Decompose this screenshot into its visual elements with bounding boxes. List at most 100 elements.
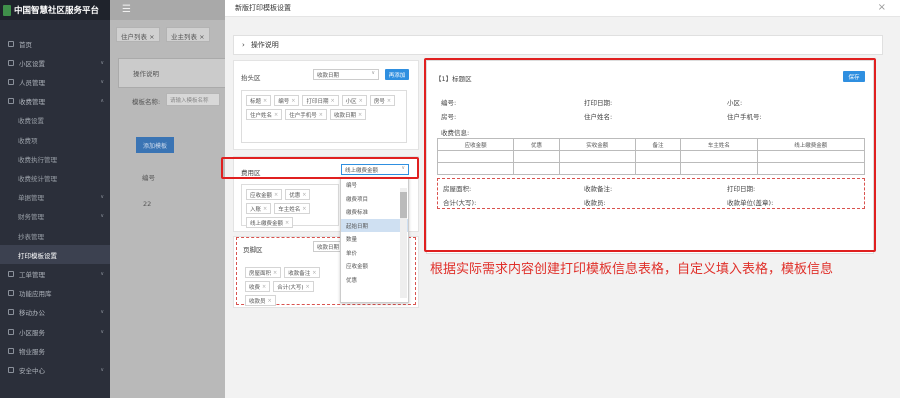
remove-tag-icon[interactable]: ×	[274, 112, 278, 118]
op-instructions-row[interactable]: › 操作说明	[233, 35, 883, 55]
field-tag[interactable]: 线上缴费金额 ×	[246, 217, 294, 228]
sidebar-item[interactable]: 收费管理 ∧	[0, 92, 110, 111]
field-tag[interactable]: 收款备注 ×	[284, 267, 321, 278]
remove-tag-icon[interactable]: ×	[359, 98, 363, 104]
add-field-button[interactable]: 再添加	[385, 69, 409, 80]
highlight-detail-select	[221, 157, 419, 179]
sidebar-item[interactable]: 功能应用库	[0, 284, 110, 303]
field-tag[interactable]: 收款员 ×	[245, 295, 276, 306]
sidebar-item-label: 移动办公	[19, 309, 45, 318]
service-icon	[8, 328, 14, 335]
remove-tag-icon[interactable]: ×	[291, 98, 295, 104]
head-zone-label: 抬头区	[241, 74, 261, 82]
users-icon	[8, 78, 14, 85]
field-tag[interactable]: 房屋面积 ×	[245, 267, 282, 278]
field-tag[interactable]: 编号 ×	[274, 95, 300, 106]
remove-tag-icon[interactable]: ×	[302, 192, 306, 198]
sidebar-item[interactable]: 单据管理 ∨	[0, 188, 110, 207]
field-tag[interactable]: 收款日期 ×	[329, 109, 367, 120]
remove-tag-icon[interactable]: ×	[285, 220, 289, 226]
head-zone-select[interactable]: 收款日期 ∨	[313, 69, 379, 80]
detail-zone-tags: 应收金额 × 优惠 × 入账 × 车主姓名 × 线上缴费金额 ×	[241, 184, 339, 228]
field-tag[interactable]: 住户手机号 ×	[285, 109, 327, 120]
sidebar-item-label: 首页	[19, 40, 32, 49]
field-tag[interactable]: 合计(大写) ×	[273, 281, 314, 292]
dropdown-option[interactable]: 缴费标准	[341, 205, 408, 219]
remove-tag-icon[interactable]: ×	[263, 98, 267, 104]
remove-tag-icon[interactable]: ×	[268, 298, 272, 304]
remove-tag-icon[interactable]: ×	[302, 206, 306, 212]
sidebar-item[interactable]: 人员管理 ∨	[0, 72, 110, 91]
sidebar-item[interactable]: 收费执行管理	[0, 149, 110, 168]
foot-zone-select[interactable]: 收款日期	[313, 241, 343, 252]
remove-tag-icon[interactable]: ×	[274, 192, 278, 198]
remove-tag-icon[interactable]: ×	[319, 112, 323, 118]
field-tag[interactable]: 入账 ×	[246, 203, 272, 214]
sidebar-item[interactable]: 安全中心 ∨	[0, 360, 110, 379]
sidebar-item[interactable]: 打印模板设置	[0, 245, 110, 265]
field-tag[interactable]: 优惠 ×	[285, 189, 311, 200]
sidebar-item[interactable]: 收费设置	[0, 111, 110, 130]
remove-tag-icon[interactable]: ×	[312, 270, 316, 276]
remove-tag-icon[interactable]: ×	[263, 206, 267, 212]
dropdown-option[interactable]: 编号	[341, 178, 408, 192]
field-tag-label: 应收金额	[250, 192, 273, 199]
sidebar-item[interactable]: 物业服务	[0, 341, 110, 360]
dropdown-option[interactable]: 数量	[341, 232, 408, 246]
template-search-input[interactable]: 请输入模板名称	[166, 93, 220, 106]
field-tag[interactable]: 打印日期 ×	[302, 95, 339, 106]
field-tag-label: 车主姓名	[278, 206, 301, 213]
field-tag-label: 编号	[278, 98, 290, 105]
field-tag-label: 收款员	[249, 298, 266, 305]
sidebar-item[interactable]: 小区设置 ∨	[0, 53, 110, 72]
dropdown-scroll-thumb[interactable]	[400, 192, 407, 218]
sidebar-item[interactable]: 工单管理 ∨	[0, 264, 110, 283]
close-icon[interactable]: ×	[878, 2, 886, 13]
remove-tag-icon[interactable]: ×	[306, 284, 310, 290]
chevron-icon: ∨	[100, 328, 104, 335]
foot-zone-select-value: 收款日期	[317, 245, 340, 251]
sidebar-item[interactable]: 财务管理 ∨	[0, 207, 110, 226]
sidebar-item[interactable]: 移动办公 ∨	[0, 303, 110, 322]
highlight-preview	[424, 58, 876, 252]
field-tag-label: 入账	[250, 206, 262, 213]
tab-owner-list[interactable]: 业主列表 ×	[166, 27, 210, 42]
foot-zone-label: 页脚区	[243, 246, 263, 254]
remove-tag-icon[interactable]: ×	[358, 112, 362, 118]
sidebar-item[interactable]: 小区服务 ∨	[0, 322, 110, 341]
field-tag[interactable]: 收费 ×	[245, 281, 271, 292]
field-tag-label: 住户手机号	[289, 112, 317, 119]
add-template-button[interactable]: 添加模板	[136, 137, 174, 153]
field-tag[interactable]: 房号 ×	[369, 95, 396, 106]
field-tag[interactable]: 住户姓名 ×	[246, 109, 283, 120]
dropdown-option[interactable]: 单价	[341, 246, 408, 260]
field-tag-label: 收款日期	[333, 112, 356, 119]
op-instructions-bg-label: 操作说明	[133, 70, 159, 78]
remove-tag-icon[interactable]: ×	[262, 284, 266, 290]
remove-tag-icon[interactable]: ×	[330, 98, 334, 104]
field-tag[interactable]: 车主姓名 ×	[274, 203, 311, 214]
dropdown-option[interactable]: 缴费项目	[341, 192, 408, 206]
field-tag[interactable]: 应收金额 ×	[246, 189, 283, 200]
field-tag[interactable]: 小区 ×	[341, 95, 367, 106]
logo-icon	[3, 4, 11, 16]
menu-toggle-icon[interactable]: ☰	[122, 4, 131, 15]
dropdown-option[interactable]: 应收金额	[341, 259, 408, 273]
field-tag-label: 房号	[373, 98, 385, 105]
remove-tag-icon[interactable]: ×	[387, 98, 391, 104]
sidebar-item[interactable]: 收费项	[0, 130, 110, 149]
tab-resident-list[interactable]: 住户列表 ×	[116, 27, 160, 42]
sidebar-item[interactable]: 首页	[0, 34, 110, 53]
dropdown-option[interactable]: 起始日期	[341, 218, 408, 232]
dropdown-option[interactable]: 优惠	[341, 273, 408, 287]
field-tag[interactable]: 标题 ×	[246, 95, 272, 106]
sidebar-item[interactable]: 抄表管理	[0, 226, 110, 245]
sidebar-item[interactable]: 收费统计管理	[0, 168, 110, 187]
sidebar-item-label: 打印模板设置	[18, 251, 57, 260]
remove-tag-icon[interactable]: ×	[273, 270, 277, 276]
chevron-icon: ∨	[100, 270, 104, 277]
sidebar-item-label: 小区设置	[19, 59, 45, 68]
field-dropdown-list[interactable]: 编号 缴费项目 缴费标准 起始日期 数量 单价 应收金额 优惠	[340, 177, 409, 303]
modal-header: 新版打印模板设置	[225, 0, 900, 17]
chevron-right-icon: ›	[242, 41, 245, 49]
